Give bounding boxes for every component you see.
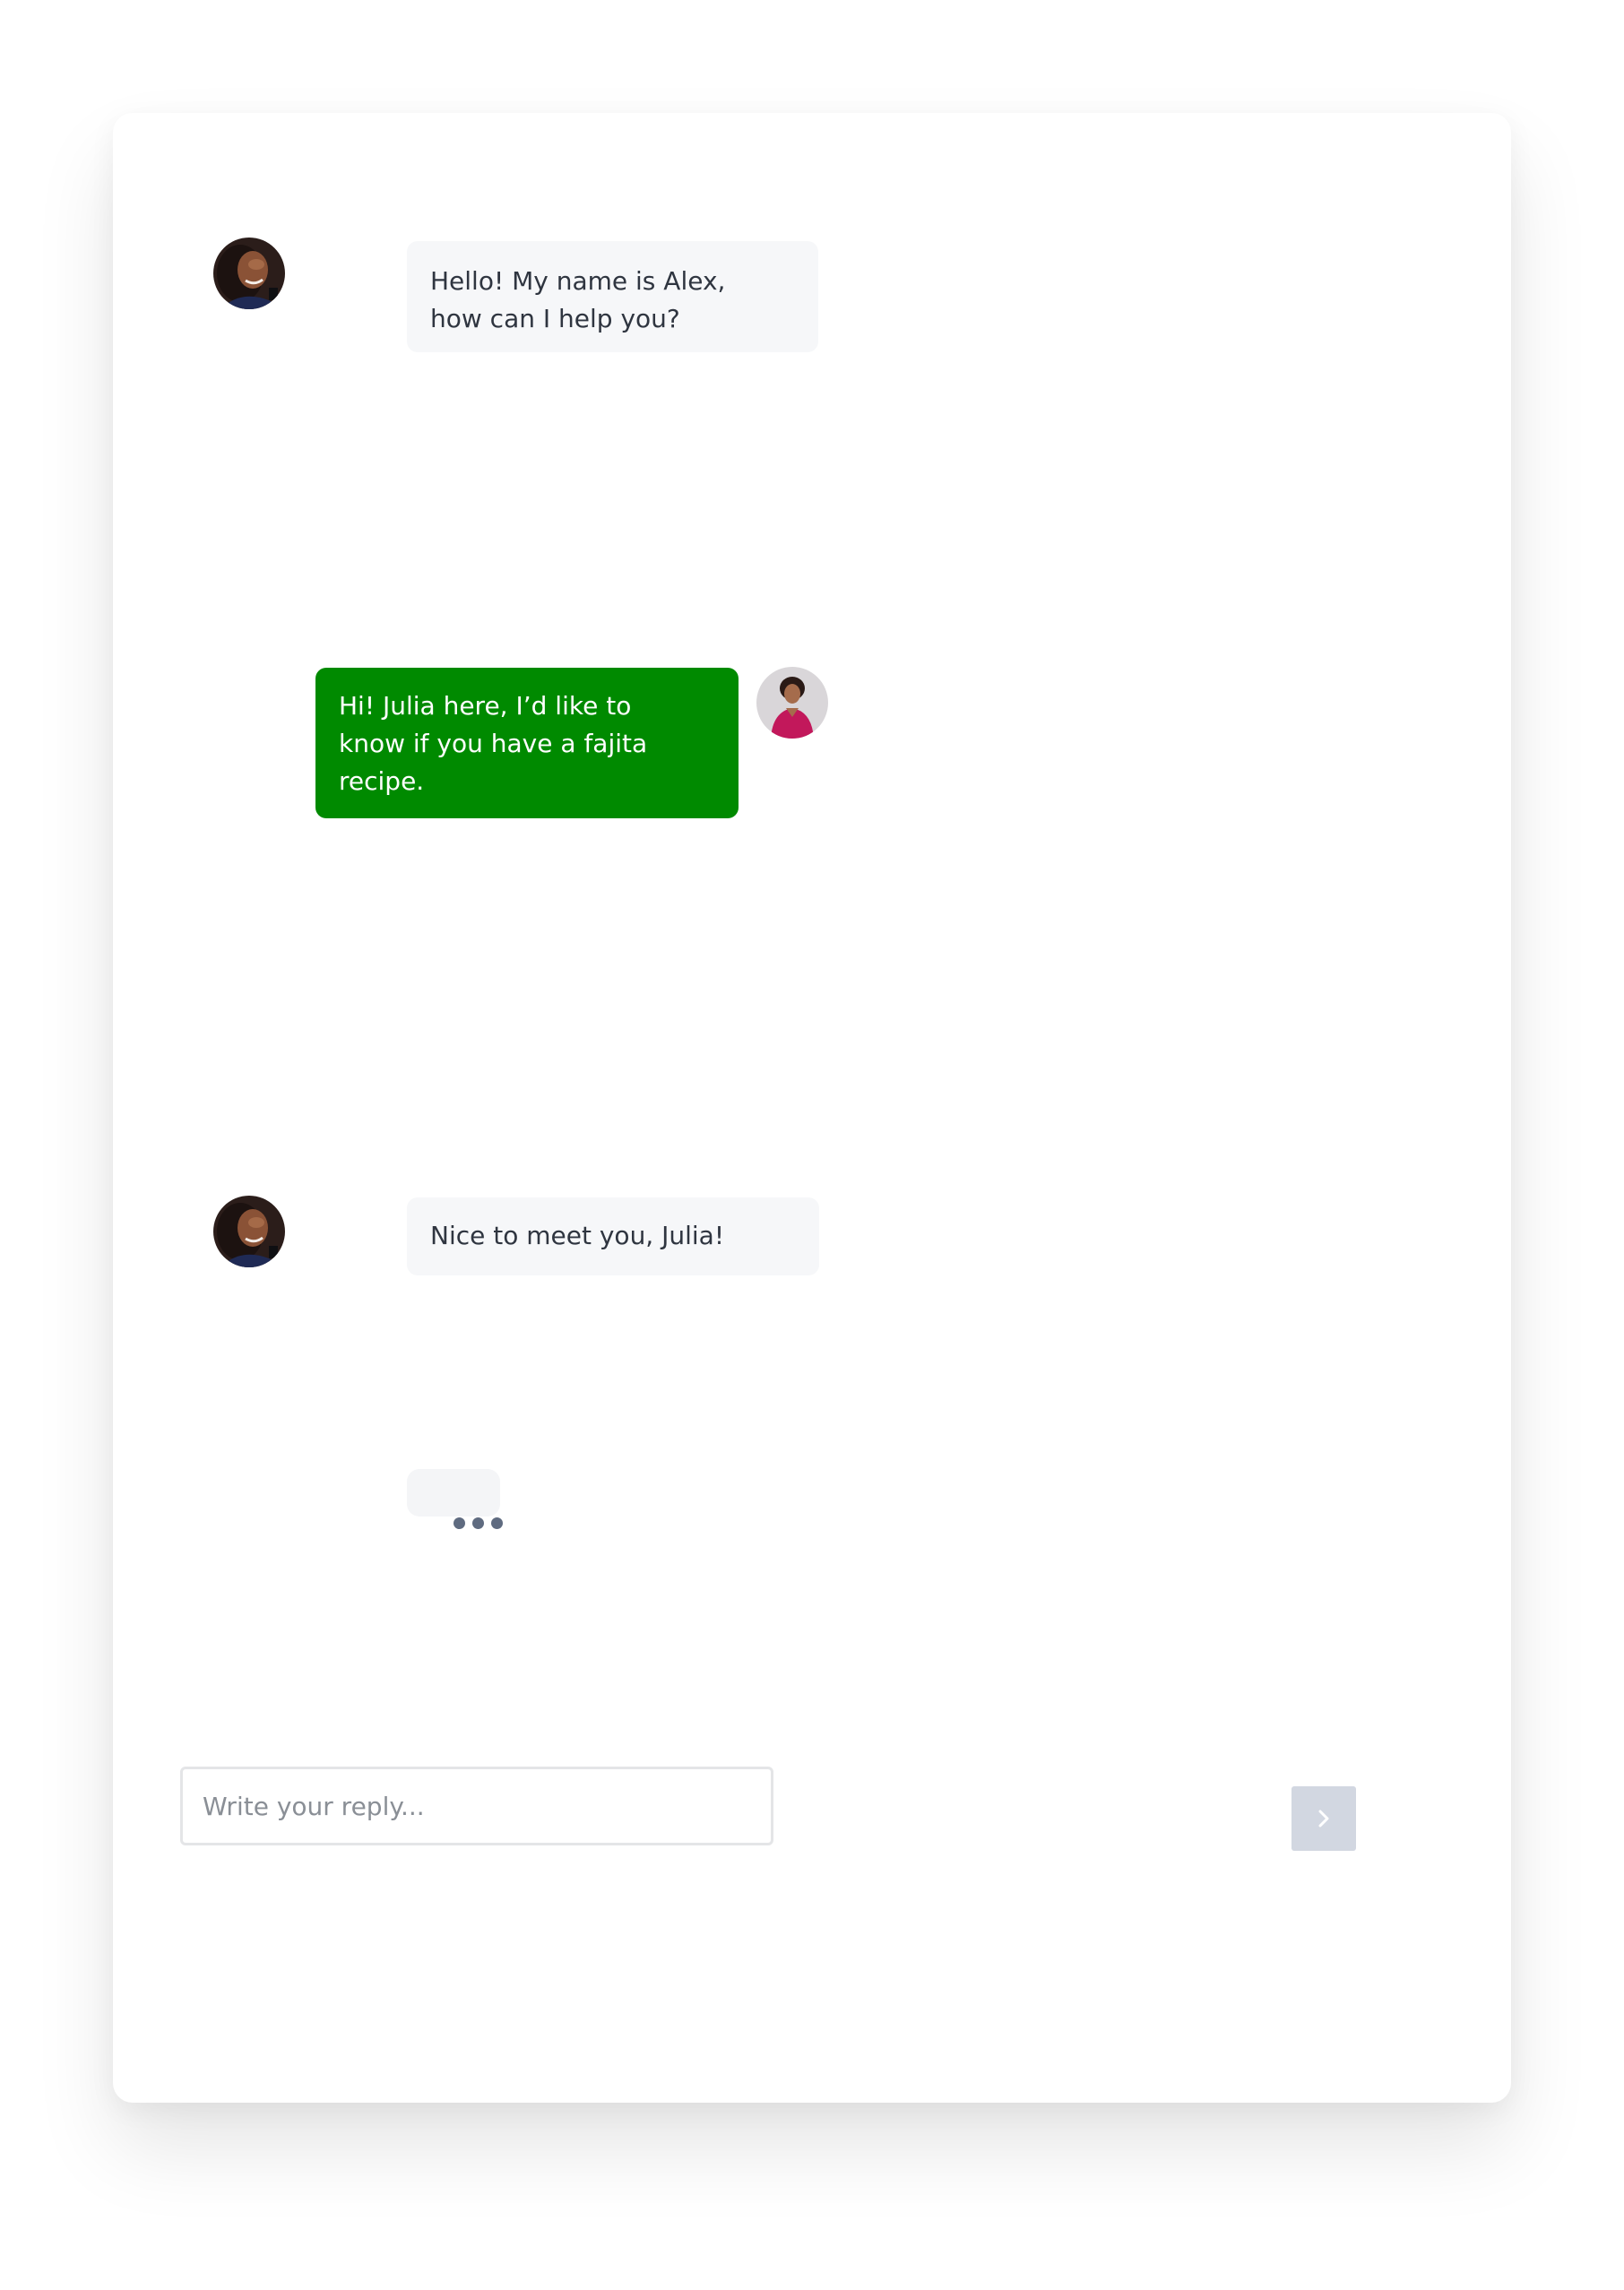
message-text-line: recipe. [339,766,425,796]
typing-dot [491,1517,503,1529]
chevron-right-icon [1318,1810,1329,1828]
typing-dot [472,1517,484,1529]
message-text-line: Hello! My name is Alex, [430,266,726,296]
reply-input[interactable] [180,1767,773,1845]
user-avatar-photo [756,667,828,739]
bot-avatar [213,1196,285,1267]
bot-message-bubble: Nice to meet you, Julia! [407,1197,819,1275]
bot-avatar [213,238,285,309]
send-button[interactable] [1291,1786,1356,1851]
bot-message-bubble: Hello! My name is Alex, how can I help y… [407,241,818,352]
user-message-bubble: Hi! Julia here, I’d like to know if you … [315,668,739,818]
user-avatar [756,667,828,739]
message-text-line: how can I help you? [430,304,680,333]
message-text-line: know if you have a fajita [339,729,648,758]
message-text-line: Nice to meet you, Julia! [430,1221,725,1250]
typing-indicator-bubble [407,1469,500,1517]
bot-avatar-photo [213,1196,285,1267]
typing-dot [454,1517,465,1529]
message-text-line: Hi! Julia here, I’d like to [339,691,632,721]
typing-dots-icon [454,1517,503,1530]
bot-avatar-photo [213,238,285,309]
